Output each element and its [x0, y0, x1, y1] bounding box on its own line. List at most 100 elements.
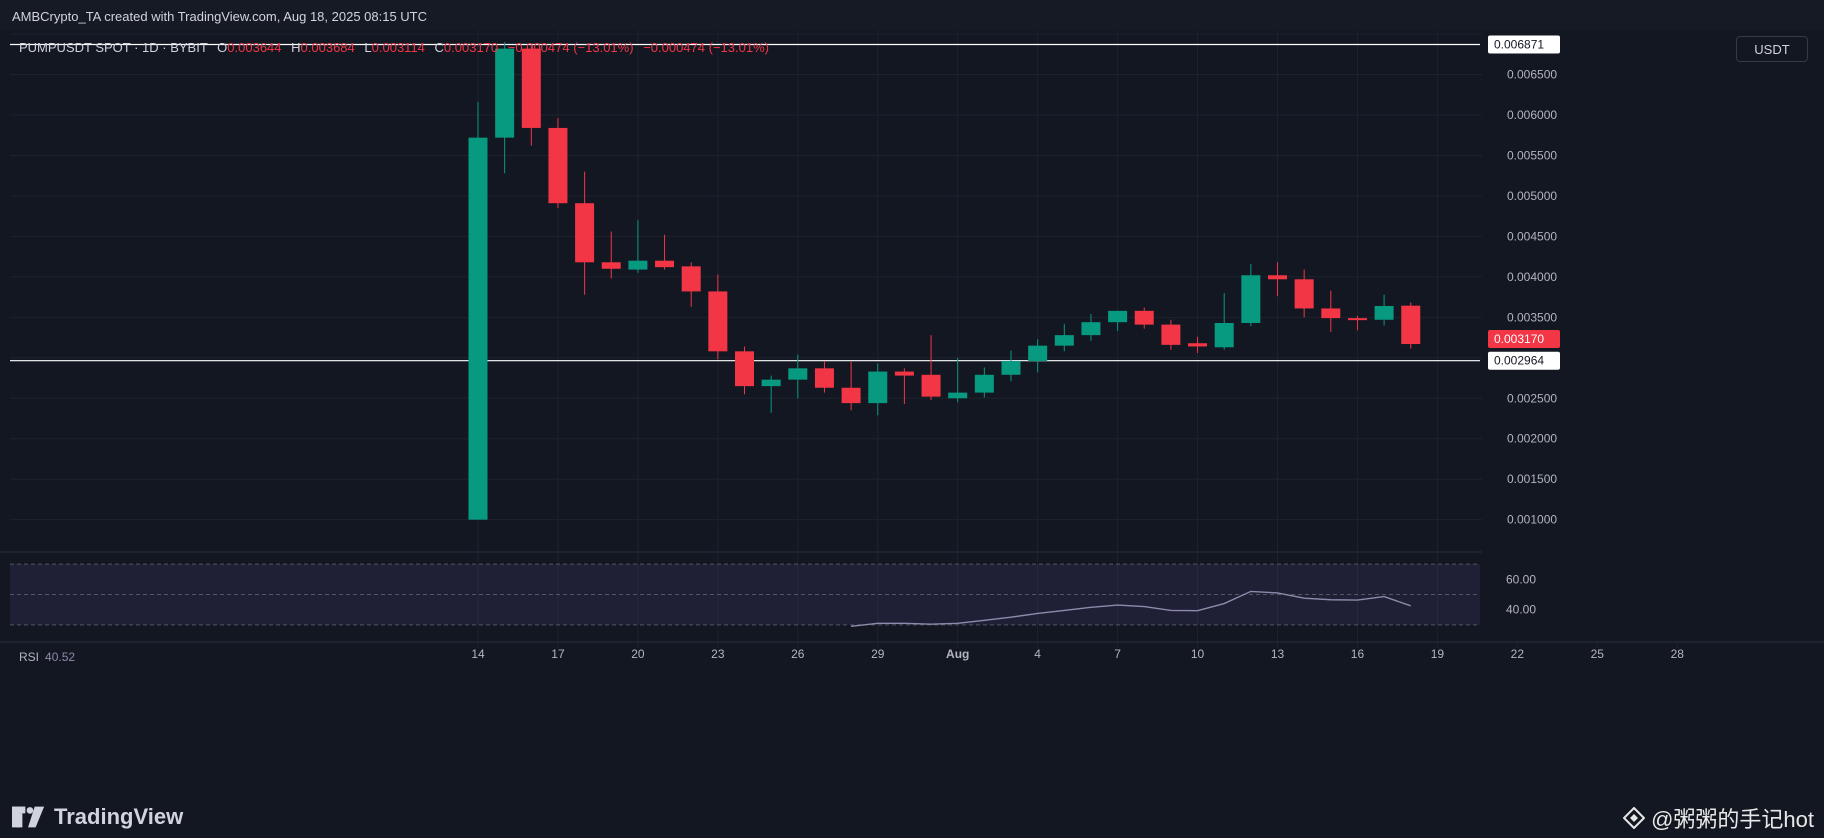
- hline-price-label: 0.002964: [1494, 354, 1544, 368]
- time-tick-label: 14: [471, 647, 485, 661]
- time-tick-label: 20: [631, 647, 645, 661]
- candle: [735, 346, 754, 395]
- price-tick-label: 0.001000: [1507, 513, 1557, 527]
- low-value: 0.003114: [371, 40, 425, 55]
- time-tick-label: 23: [711, 647, 725, 661]
- time-tick-label: Aug: [946, 647, 969, 661]
- candle: [814, 361, 834, 393]
- price-tick-label: 0.002000: [1507, 432, 1557, 446]
- candle: [1134, 307, 1154, 329]
- watermark: @粥粥的手记hot: [1623, 802, 1814, 834]
- candle-body: [655, 260, 675, 268]
- candle-body: [1374, 305, 1394, 320]
- candle-body: [921, 374, 941, 397]
- candle: [495, 42, 515, 174]
- time-tick-label: 26: [791, 647, 805, 661]
- candle-body: [1161, 324, 1181, 345]
- candle-body: [761, 379, 781, 387]
- candle: [1321, 290, 1341, 332]
- time-tick-label: 10: [1191, 647, 1205, 661]
- candle-body: [894, 371, 914, 376]
- low-label: L: [364, 40, 372, 55]
- candle: [1374, 294, 1394, 326]
- rsi-tick-label: 40.00: [1506, 603, 1536, 617]
- currency-button[interactable]: USDT: [1736, 36, 1808, 62]
- candle: [548, 118, 568, 209]
- candle-body: [681, 266, 701, 292]
- time-tick-label: 28: [1671, 647, 1685, 661]
- candle-body: [841, 387, 861, 404]
- candle: [974, 367, 994, 398]
- price-tick-label: 0.003500: [1507, 310, 1557, 324]
- candle-body: [735, 351, 754, 387]
- candle-body: [1081, 322, 1101, 336]
- candle: [1001, 350, 1021, 382]
- watermark-text: @粥粥的手记hot: [1651, 807, 1814, 832]
- candle: [628, 220, 648, 273]
- tradingview-logo[interactable]: TradingView: [12, 804, 183, 830]
- candle-body: [521, 48, 541, 128]
- candle: [1108, 310, 1128, 332]
- time-axis[interactable]: 14 17 20 23 26 29 Aug 4 7 10 13 16 19 22 25 28: [0, 641, 1824, 661]
- brand-name: TradingView: [54, 804, 184, 829]
- symbol-name[interactable]: PUMPUSDT SPOT · 1D · BYBIT: [19, 40, 208, 55]
- candle-body: [1268, 275, 1287, 280]
- candle-body: [468, 137, 488, 520]
- time-tick-label: 4: [1034, 647, 1041, 661]
- candle: [761, 375, 781, 413]
- candle-body: [1214, 322, 1234, 348]
- candle-body: [628, 260, 648, 270]
- rsi-label: RSI: [19, 650, 40, 664]
- candle: [655, 234, 675, 270]
- time-tick-label: 22: [1511, 647, 1525, 661]
- candle-body: [1134, 310, 1154, 325]
- candle: [1268, 262, 1287, 297]
- candle: [1028, 339, 1048, 373]
- candle-body: [1401, 305, 1421, 345]
- tradingview-logo-icon: [12, 806, 45, 828]
- candle: [708, 274, 728, 360]
- candle-body: [1054, 335, 1074, 346]
- candle-body: [1294, 279, 1314, 309]
- price-tick-label: 0.004500: [1507, 229, 1557, 243]
- change-value-2: −0.000474 (−13.01%): [643, 40, 769, 55]
- candle: [841, 361, 861, 411]
- price-tick-label: 0.004000: [1507, 270, 1557, 284]
- hline-price-label: 0.006871: [1494, 37, 1544, 51]
- rsi-legend[interactable]: RSI 40.52: [19, 650, 75, 664]
- candle: [1054, 323, 1074, 352]
- price-tick-label: 0.006000: [1507, 108, 1557, 122]
- candle-body: [1108, 310, 1128, 323]
- candle: [1401, 302, 1421, 349]
- time-tick-label: 17: [551, 647, 565, 661]
- candle-body: [1001, 361, 1021, 375]
- candle: [1214, 293, 1234, 350]
- price-axis[interactable]: 0.0010000.0015000.0020000.0025000.003000…: [1482, 30, 1824, 642]
- high-label: H: [291, 40, 301, 55]
- last-price-label: 0.003170: [1494, 332, 1544, 346]
- open-value: 0.003644: [227, 40, 282, 55]
- candle-body: [1188, 343, 1208, 347]
- time-tick-label: 7: [1114, 647, 1121, 661]
- candle: [601, 231, 621, 279]
- candle-body: [814, 368, 834, 388]
- price-tick-label: 0.001500: [1507, 472, 1557, 486]
- candle: [681, 262, 701, 307]
- time-tick-label: 29: [871, 647, 885, 661]
- close-label: C: [434, 40, 444, 55]
- candle-body: [1347, 318, 1367, 321]
- diamond-icon: [1623, 807, 1646, 829]
- candle: [1188, 336, 1208, 353]
- price-chart[interactable]: 0.0010000.0015000.0020000.0025000.003000…: [0, 30, 1824, 790]
- price-tick-label: 0.002500: [1507, 391, 1557, 405]
- candle: [921, 335, 941, 400]
- candle: [948, 357, 968, 403]
- open-label: O: [217, 40, 228, 55]
- candle-body: [708, 291, 728, 352]
- candle-body: [1321, 308, 1341, 319]
- candle: [468, 102, 488, 520]
- rsi-panel: [10, 563, 1480, 628]
- candle: [1241, 263, 1261, 327]
- rsi-value: 40.52: [45, 650, 76, 664]
- candle-body: [495, 48, 515, 138]
